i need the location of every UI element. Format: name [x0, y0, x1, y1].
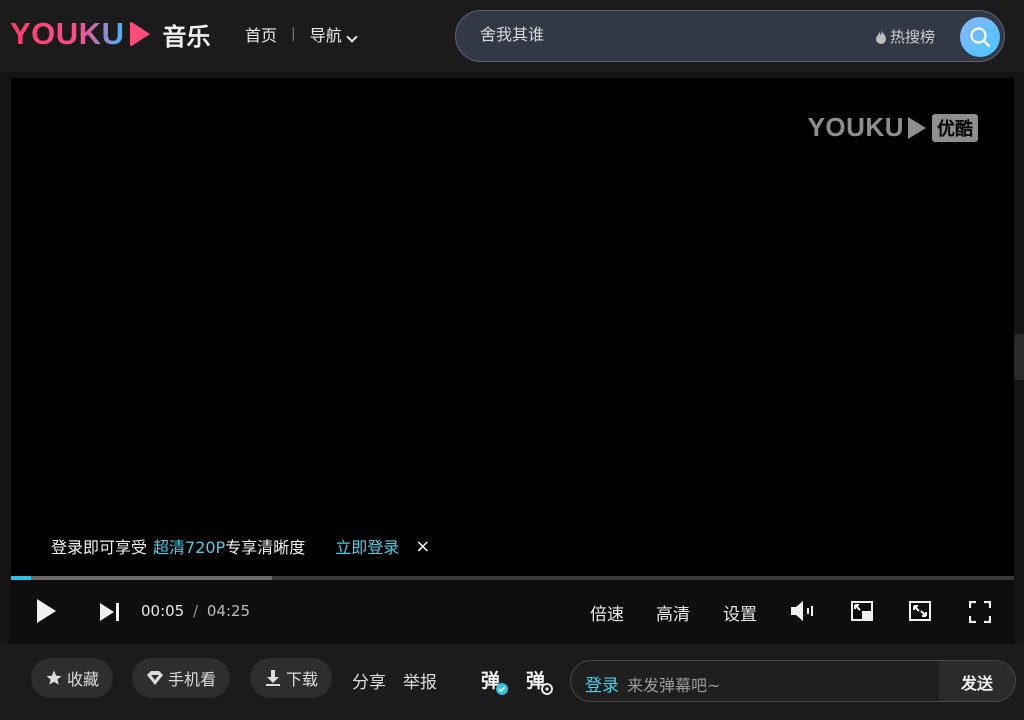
time-current: 00:05	[141, 602, 185, 620]
fullscreen-icon	[969, 601, 991, 623]
search-icon	[970, 27, 991, 48]
side-panel-toggle[interactable]	[1014, 334, 1024, 380]
volume-icon	[791, 601, 813, 621]
favorite-label: 收藏	[67, 670, 100, 689]
search-bar: 热搜榜	[455, 10, 1005, 62]
login-tip-suffix: 专享清晰度	[225, 538, 306, 557]
youku-watermark: YOUKU 优酷	[808, 112, 978, 143]
next-button[interactable]	[99, 602, 121, 622]
widescreen-button[interactable]	[909, 601, 931, 621]
danmu-toggle-button[interactable]: 弹	[481, 666, 509, 695]
report-button[interactable]: 举报	[403, 668, 437, 693]
fullscreen-button[interactable]	[969, 601, 991, 623]
danmu-input-box: 登录 来发弹幕吧~ 发送	[570, 660, 1016, 702]
send-label: 发送	[960, 674, 993, 693]
check-badge-icon	[496, 683, 509, 695]
mobile-watch-button[interactable]: 手机看	[132, 658, 231, 698]
send-danmu-button[interactable]: 发送	[939, 661, 1015, 701]
top-header: YOUKU 音乐 首页 | 导航 热搜榜	[0, 0, 1024, 72]
login-now-link[interactable]: 立即登录	[335, 534, 399, 558]
diamond-heart-icon	[147, 671, 163, 685]
time-total: 04:25	[206, 602, 251, 620]
login-tip-banner: 登录即可享受 超清720P 专享清晰度 立即登录 ×	[51, 534, 430, 558]
gear-icon	[541, 683, 554, 695]
pip-button[interactable]	[851, 601, 873, 621]
skip-next-icon	[100, 603, 119, 621]
video-player[interactable]: YOUKU 优酷 登录即可享受 超清720P 专享清晰度 立即登录 × 00:0…	[11, 78, 1014, 644]
speed-button[interactable]: 倍速	[590, 600, 624, 625]
download-label: 下载	[286, 670, 319, 689]
expand-icon	[909, 601, 931, 621]
player-controls: 00:05 / 04:25 倍速 高清 设置	[11, 580, 1014, 644]
settings-button[interactable]: 设置	[723, 600, 757, 625]
logo-subtitle: 音乐	[162, 22, 211, 51]
nav-separator: |	[291, 26, 296, 42]
quality-button[interactable]: 高清	[656, 600, 690, 625]
nav-home-link[interactable]: 首页	[245, 22, 277, 46]
logo-text: YOUKU	[10, 16, 125, 51]
nav-guide-label: 导航	[309, 26, 342, 45]
danmu-settings-button[interactable]: 弹	[526, 666, 554, 695]
hot-search-link[interactable]: 热搜榜	[876, 26, 935, 47]
share-button[interactable]: 分享	[352, 668, 386, 693]
play-icon	[37, 599, 56, 623]
time-separator: /	[193, 602, 199, 620]
bottom-toolbar: 收藏 手机看 下载 分享 举报 弹 弹 登录 来发弹幕吧~ 发送	[0, 644, 1024, 720]
watermark-brand: YOUKU	[807, 112, 904, 142]
flame-icon	[876, 29, 886, 44]
play-button[interactable]	[35, 598, 57, 624]
login-tip-highlight: 超清720P	[153, 538, 226, 557]
picture-in-picture-icon	[851, 601, 873, 621]
volume-button[interactable]	[789, 600, 817, 622]
close-icon[interactable]: ×	[415, 536, 430, 557]
youku-music-logo[interactable]: YOUKU 音乐	[10, 14, 210, 54]
chevron-down-icon	[346, 31, 358, 43]
nav-guide-dropdown[interactable]: 导航	[309, 22, 358, 46]
danmu-input[interactable]: 来发弹幕吧~	[627, 672, 720, 696]
mobile-watch-label: 手机看	[168, 670, 217, 689]
favorite-button[interactable]: 收藏	[31, 658, 114, 698]
search-button[interactable]	[960, 17, 1000, 57]
time-display: 00:05 / 04:25	[141, 602, 250, 620]
search-input[interactable]	[480, 25, 860, 44]
watermark-cn: 优酷	[932, 113, 978, 142]
download-button[interactable]: 下载	[250, 658, 333, 698]
danmu-login-link[interactable]: 登录	[585, 671, 619, 696]
download-icon	[266, 670, 280, 686]
hot-search-label: 热搜榜	[890, 28, 936, 46]
watermark-play-icon	[908, 116, 926, 139]
logo-play-icon	[130, 21, 151, 47]
login-tip-prefix: 登录即可享受	[51, 538, 148, 557]
star-icon	[46, 670, 62, 685]
top-nav: 首页 | 导航	[245, 22, 358, 46]
